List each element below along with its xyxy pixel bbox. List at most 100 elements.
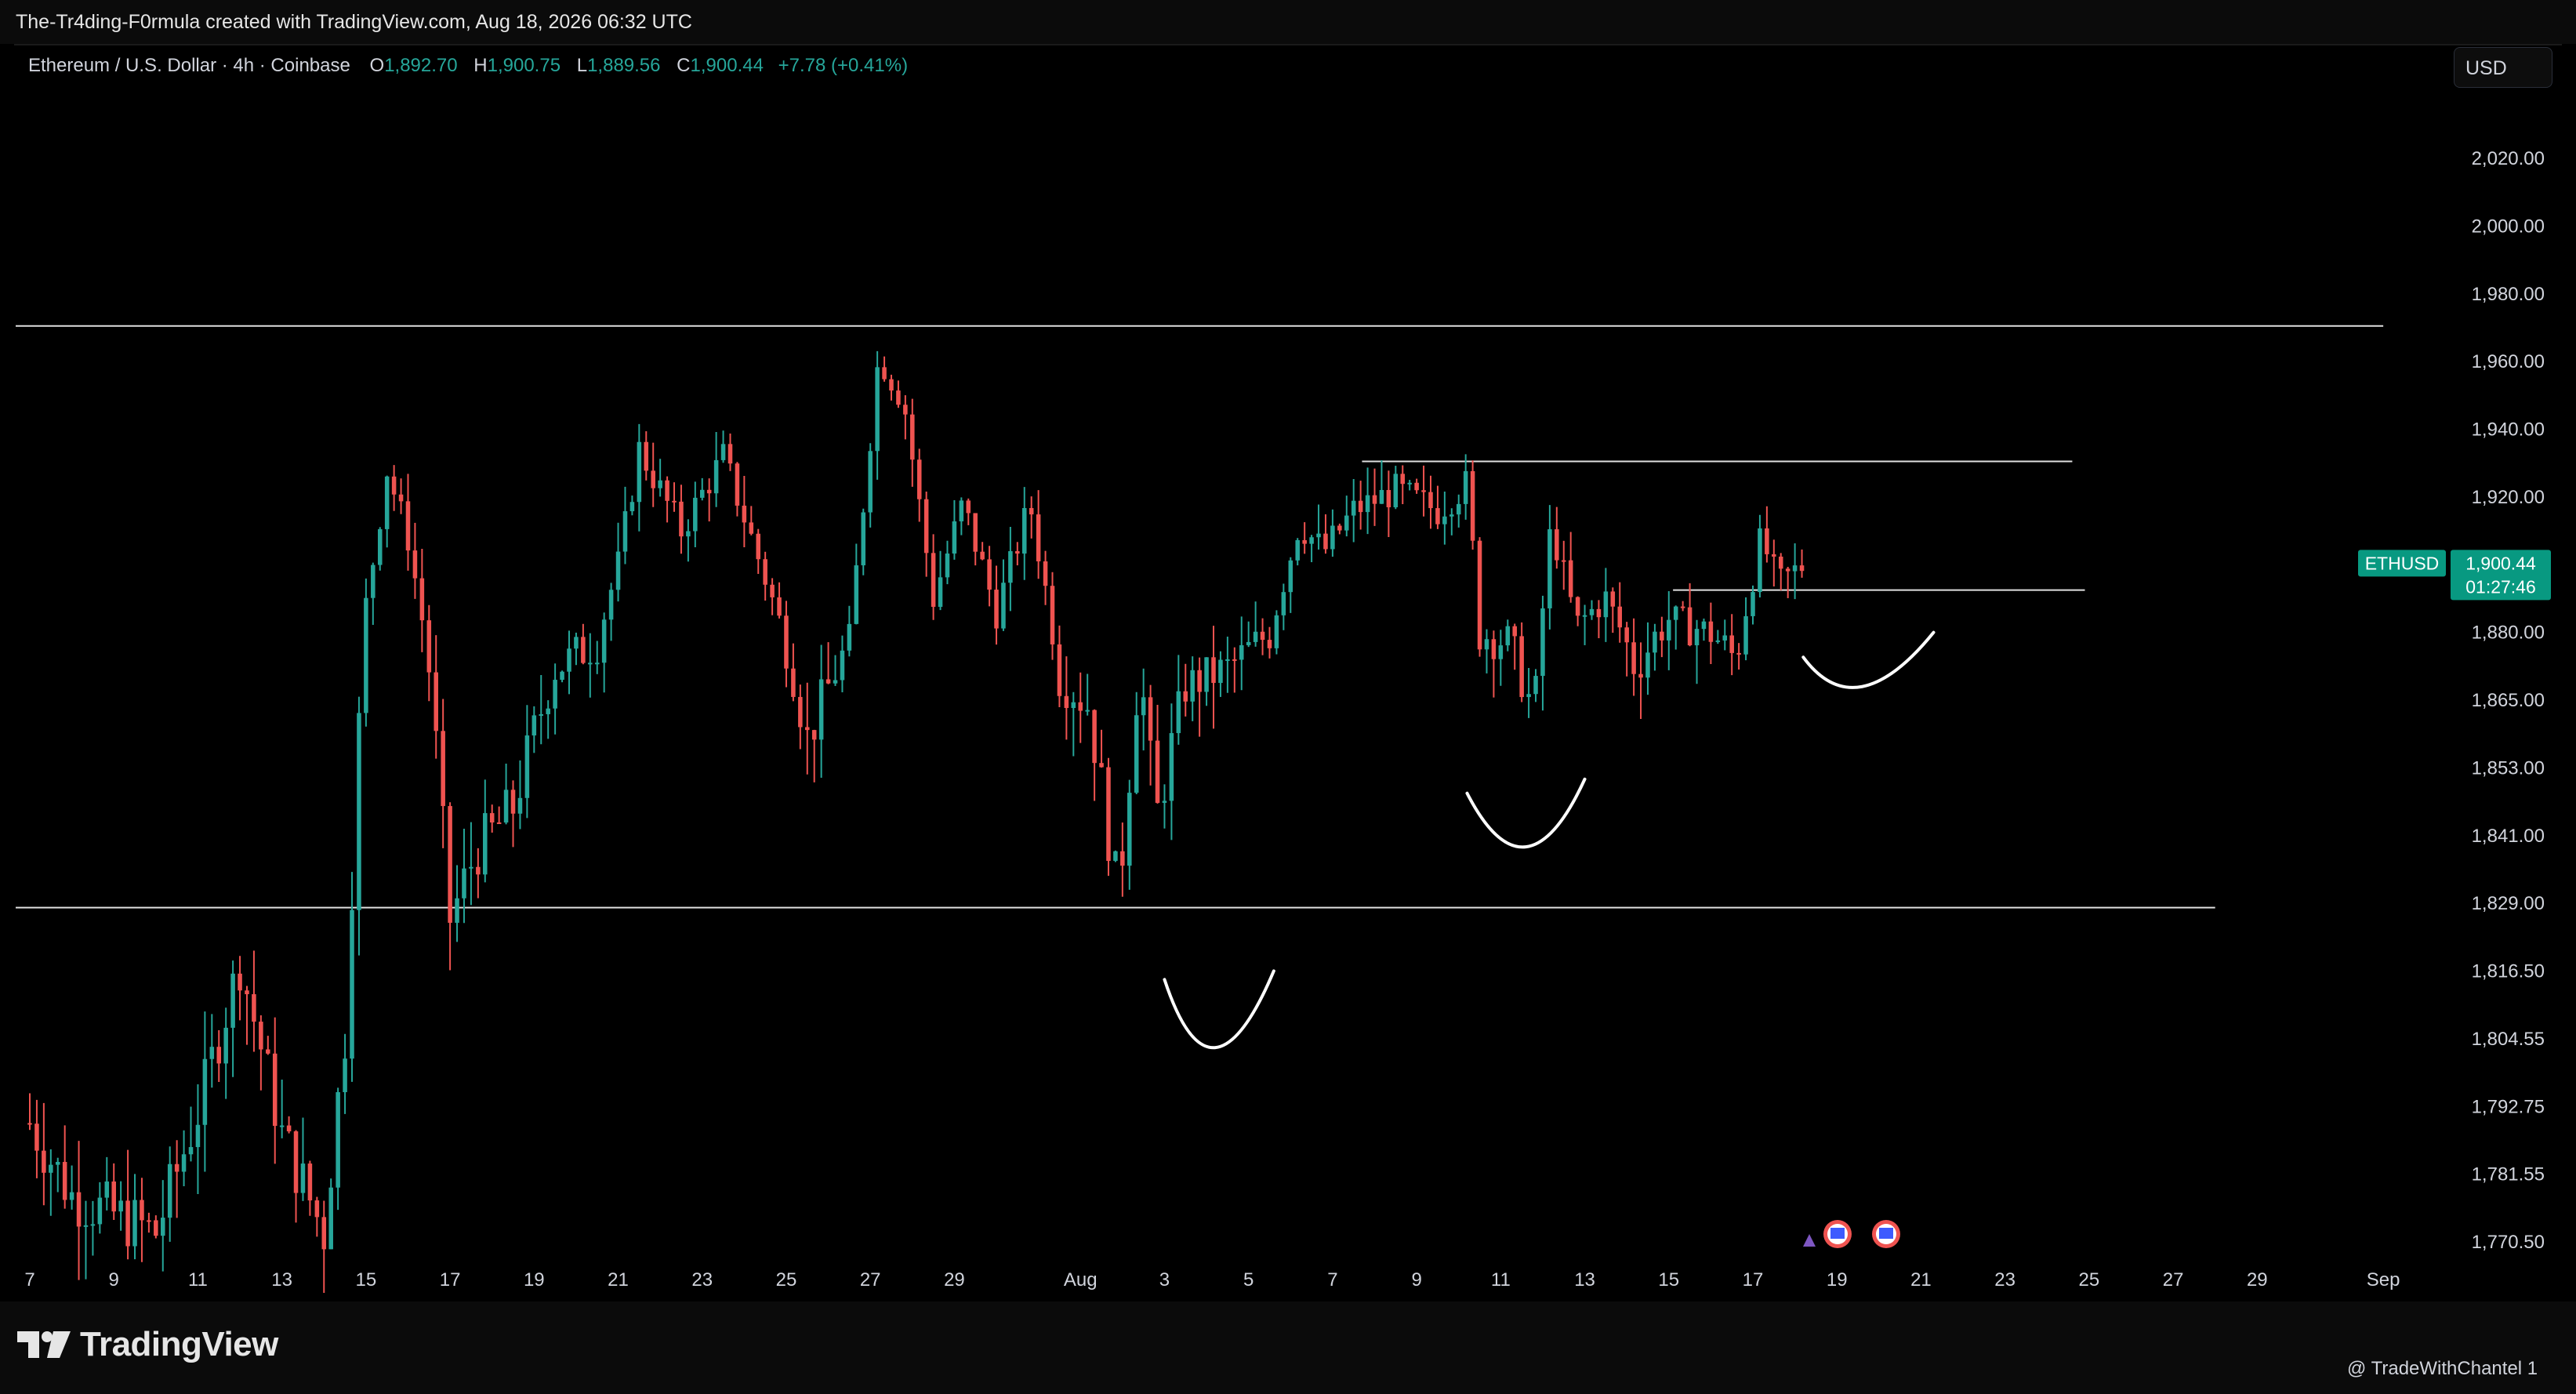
candle-body[interactable] xyxy=(938,577,943,607)
candle-body[interactable] xyxy=(833,680,838,684)
candle-body[interactable] xyxy=(1792,565,1798,572)
candle-body[interactable] xyxy=(377,528,383,565)
candle-body[interactable] xyxy=(371,564,376,598)
candle-body[interactable] xyxy=(629,502,635,512)
candle-body[interactable] xyxy=(784,615,789,669)
candle-body[interactable] xyxy=(987,559,992,590)
candle-body[interactable] xyxy=(1113,851,1118,862)
candle-body[interactable] xyxy=(706,489,712,494)
candle-body[interactable] xyxy=(419,578,425,621)
candle-body[interactable] xyxy=(791,668,796,697)
candle-body[interactable] xyxy=(1575,597,1580,616)
candle-body[interactable] xyxy=(1645,652,1650,678)
candle-body[interactable] xyxy=(1246,641,1251,645)
candle-body[interactable] xyxy=(1099,763,1104,768)
candle-body[interactable] xyxy=(553,680,557,709)
candle-body[interactable] xyxy=(1106,767,1111,862)
candle-body[interactable] xyxy=(727,444,733,464)
candle-body[interactable] xyxy=(181,1154,187,1172)
candle-body[interactable] xyxy=(1477,540,1482,650)
candle-body[interactable] xyxy=(1316,533,1321,538)
candle-body[interactable] xyxy=(1295,539,1300,561)
candle-body[interactable] xyxy=(1141,697,1146,716)
candle-body[interactable] xyxy=(1610,591,1616,607)
candle-body[interactable] xyxy=(223,1027,228,1064)
candle-body[interactable] xyxy=(1085,710,1090,712)
candle-body[interactable] xyxy=(350,909,354,1059)
candle-body[interactable] xyxy=(1001,583,1006,629)
candle-body[interactable] xyxy=(1358,500,1363,513)
curve-annotation-3[interactable] xyxy=(1801,630,1936,689)
candle-body[interactable] xyxy=(742,505,747,523)
candle-body[interactable] xyxy=(1120,851,1125,866)
candle-body[interactable] xyxy=(343,1058,347,1093)
candle-body[interactable] xyxy=(118,1200,123,1212)
candle-body[interactable] xyxy=(266,1049,270,1054)
candle-body[interactable] xyxy=(720,444,726,460)
candle-body[interactable] xyxy=(1414,482,1419,491)
candle-body[interactable] xyxy=(1765,528,1769,554)
candle-body[interactable] xyxy=(1435,508,1440,525)
candle-body[interactable] xyxy=(1596,608,1602,618)
candle-body[interactable] xyxy=(188,1147,194,1155)
candle-body[interactable] xyxy=(749,522,754,534)
candle-body[interactable] xyxy=(1372,495,1377,504)
candle-body[interactable] xyxy=(1379,489,1384,504)
candle-body[interactable] xyxy=(238,973,242,991)
candle-body[interactable] xyxy=(125,1200,130,1247)
candle-body[interactable] xyxy=(868,451,873,513)
candle-body[interactable] xyxy=(581,637,586,663)
candle-body[interactable] xyxy=(1687,607,1693,646)
candle-body[interactable] xyxy=(1561,560,1566,562)
candle-body[interactable] xyxy=(994,590,999,629)
candle-body[interactable] xyxy=(567,648,571,672)
candle-body[interactable] xyxy=(364,597,368,713)
candle-body[interactable] xyxy=(601,619,607,663)
candle-body[interactable] xyxy=(510,790,516,814)
candle-body[interactable] xyxy=(1456,503,1461,515)
candle-body[interactable] xyxy=(693,497,698,532)
candle-body[interactable] xyxy=(1036,514,1041,561)
candle-body[interactable] xyxy=(321,1217,327,1250)
candle-body[interactable] xyxy=(1758,528,1762,593)
candle-body[interactable] xyxy=(1043,561,1048,586)
candle-body[interactable] xyxy=(1667,619,1671,641)
candle-body[interactable] xyxy=(286,1125,292,1131)
candle-body[interactable] xyxy=(1134,715,1139,793)
candle-body[interactable] xyxy=(1778,556,1783,569)
candle-body[interactable] xyxy=(763,559,767,585)
candle-body[interactable] xyxy=(889,379,894,391)
candle-body[interactable] xyxy=(1799,565,1805,572)
candle-body[interactable] xyxy=(524,735,530,798)
candle-body[interactable] xyxy=(756,533,761,560)
candle-body[interactable] xyxy=(1694,629,1700,646)
candle-body[interactable] xyxy=(1204,657,1209,692)
candle-body[interactable] xyxy=(69,1192,74,1200)
candle-body[interactable] xyxy=(923,499,929,554)
candle-body[interactable] xyxy=(805,727,810,731)
curve-annotation-2[interactable] xyxy=(1465,777,1587,849)
candle-body[interactable] xyxy=(1127,793,1132,866)
candle-body[interactable] xyxy=(336,1092,340,1188)
candle-body[interactable] xyxy=(539,713,544,716)
candle-body[interactable] xyxy=(1057,644,1062,696)
candle-body[interactable] xyxy=(293,1131,299,1193)
candle-body[interactable] xyxy=(1176,691,1181,734)
candle-body[interactable] xyxy=(1330,525,1335,550)
candle-body[interactable] xyxy=(259,1022,263,1050)
candle-body[interactable] xyxy=(1015,551,1020,554)
candle-body[interactable] xyxy=(1239,644,1244,660)
candle-body[interactable] xyxy=(1540,608,1545,677)
candle-body[interactable] xyxy=(300,1163,306,1193)
candle-body[interactable] xyxy=(426,620,432,673)
candle-body[interactable] xyxy=(441,731,445,807)
candle-body[interactable] xyxy=(594,663,600,665)
candle-body[interactable] xyxy=(272,1053,278,1126)
candle-body[interactable] xyxy=(462,868,466,898)
candle-body[interactable] xyxy=(1484,639,1489,650)
candle-body[interactable] xyxy=(1722,635,1728,641)
candle-body[interactable] xyxy=(90,1224,96,1226)
candle-body[interactable] xyxy=(1582,615,1587,617)
symbol-description[interactable]: Ethereum / U.S. Dollar · 4h · Coinbase xyxy=(28,55,350,76)
candle-body[interactable] xyxy=(1071,702,1076,709)
